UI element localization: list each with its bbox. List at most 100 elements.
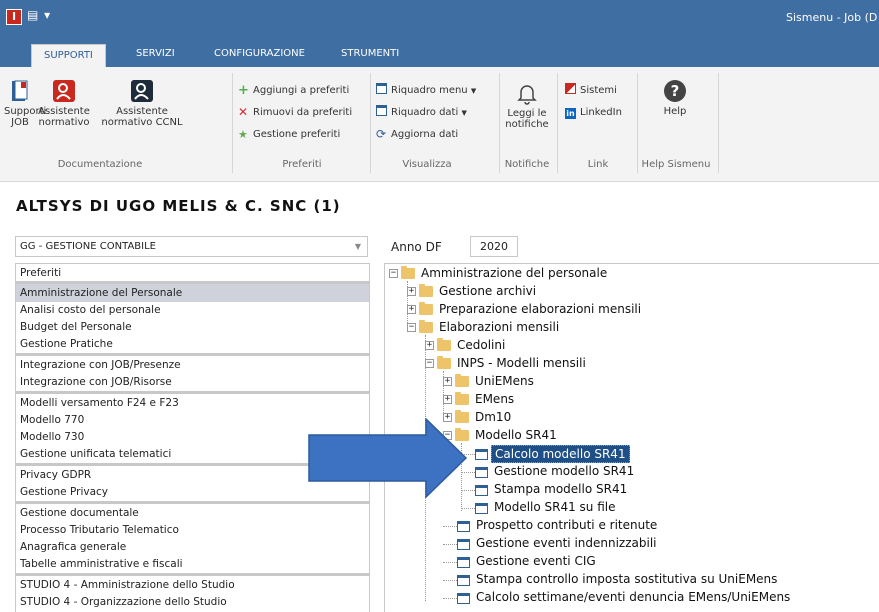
tree-connector xyxy=(443,562,457,563)
collapse-toggle[interactable]: − xyxy=(425,359,434,368)
riquadro-menu-button[interactable]: Riquadro menu ▼ xyxy=(376,83,476,99)
gestione-preferiti-label: Gestione preferiti xyxy=(253,129,341,140)
tree-node-gestione-sr41[interactable]: Gestione modello SR41 xyxy=(494,463,634,479)
tree-node-stampa-sr41[interactable]: Stampa modello SR41 xyxy=(494,481,627,497)
tree-node-elaborazioni-mensili[interactable]: Elaborazioni mensili xyxy=(439,319,559,335)
list-item[interactable]: Integrazione con JOB/Presenze xyxy=(16,356,369,374)
document-icon xyxy=(457,575,470,586)
list-item[interactable]: Amministrazione del Personale xyxy=(16,284,369,302)
document-icon xyxy=(475,467,488,478)
tree-node-gestione-archivi[interactable]: Gestione archivi xyxy=(439,283,536,299)
assistente-ccnl-line1: Assistente xyxy=(116,106,168,117)
tree-node-modello-sr41[interactable]: Modello SR41 xyxy=(475,427,557,443)
window-title: Sismenu - Job (D xyxy=(786,11,878,24)
assistente-normativo-line1: Assistente xyxy=(38,106,90,117)
group-label-link: Link xyxy=(587,159,609,170)
list-item[interactable]: Processo Tributario Telematico xyxy=(16,521,369,539)
expand-toggle[interactable]: + xyxy=(407,287,416,296)
assistente-normativo-button[interactable]: Assistente normativo xyxy=(38,79,90,128)
document-icon xyxy=(475,449,488,460)
group-divider xyxy=(370,73,371,173)
group-divider xyxy=(637,73,638,173)
group-divider xyxy=(557,73,558,173)
star-icon: ★ xyxy=(238,128,248,141)
document-icon xyxy=(475,503,488,514)
supporti-job-button[interactable]: Supporti JOB xyxy=(4,79,46,128)
aggiorna-dati-button[interactable]: ⟳ Aggiorna dati xyxy=(376,127,458,143)
list-item[interactable]: Modelli versamento F24 e F23 xyxy=(16,394,369,412)
sistemi-icon xyxy=(565,83,576,94)
list-item[interactable]: Budget del Personale xyxy=(16,318,369,336)
expand-toggle[interactable]: + xyxy=(407,305,416,314)
list-item[interactable]: Gestione documentale xyxy=(16,504,369,522)
list-item[interactable]: Gestione Pratiche xyxy=(16,335,369,353)
group-label-visualizza: Visualizza xyxy=(402,159,452,170)
tree-node-eventi-cig[interactable]: Gestione eventi CIG xyxy=(476,553,596,569)
folder-icon xyxy=(455,392,469,405)
collapse-toggle[interactable]: − xyxy=(389,269,398,278)
tree-node-calcolo-settimane[interactable]: Calcolo settimane/eventi denuncia EMens/… xyxy=(476,589,790,605)
module-select-value: GG - GESTIONE CONTABILE xyxy=(20,241,156,252)
tree-node-inps[interactable]: INPS - Modelli mensili xyxy=(457,355,586,371)
list-item[interactable]: STUDIO 4 - Organizzazione dello Studio xyxy=(16,593,369,611)
rimuovi-preferiti-button[interactable]: ✕ Rimuovi da preferiti xyxy=(238,105,352,121)
tree-node-prospetto[interactable]: Prospetto contributi e ritenute xyxy=(476,517,657,533)
folder-icon xyxy=(419,302,433,315)
assistente-ccnl-line2: normativo CCNL xyxy=(101,117,183,128)
group-divider xyxy=(499,73,500,173)
riquadro-dati-button[interactable]: Riquadro dati ▼ xyxy=(376,105,467,121)
expand-toggle[interactable]: + xyxy=(425,341,434,350)
tree-node-amministrazione[interactable]: Amministrazione del personale xyxy=(421,265,607,281)
close-icon: ✕ xyxy=(238,105,249,119)
chevron-down-icon[interactable]: ▼ xyxy=(355,237,361,256)
folder-icon xyxy=(437,356,451,369)
anno-df-field[interactable]: 2020 xyxy=(470,236,518,257)
tree-node-cedolini[interactable]: Cedolini xyxy=(457,337,505,353)
folder-icon xyxy=(401,266,415,279)
refresh-icon: ⟳ xyxy=(376,127,387,141)
company-title: ALTSYS DI UGO MELIS & C. SNC (1) xyxy=(16,197,341,215)
quick-access-toolbar[interactable]: ▤ ▾ xyxy=(27,8,51,22)
tree-node-stampa-controllo[interactable]: Stampa controllo imposta sostitutiva su … xyxy=(476,571,777,587)
assistant-icon xyxy=(53,80,75,102)
tree-node-preparazione[interactable]: Preparazione elaborazioni mensili xyxy=(439,301,641,317)
leggi-notifiche-button[interactable]: Leggi le notifiche xyxy=(502,81,552,130)
expand-toggle[interactable]: + xyxy=(443,395,452,404)
tree-connector xyxy=(443,580,457,581)
tree-node-eventi-indennizzabili[interactable]: Gestione eventi indennizzabili xyxy=(476,535,657,551)
tree-node-uniemens[interactable]: UniEMens xyxy=(475,373,534,389)
tree-node-sr41-file[interactable]: Modello SR41 su file xyxy=(494,499,616,515)
group-label-documentazione: Documentazione xyxy=(57,159,143,170)
collapse-toggle[interactable]: − xyxy=(407,323,416,332)
tab-configurazione[interactable]: CONFIGURAZIONE xyxy=(214,48,305,59)
tree-node-calcolo-sr41[interactable]: Calcolo modello SR41 xyxy=(491,445,630,463)
sistemi-link[interactable]: Sistemi xyxy=(565,83,617,99)
module-select[interactable]: GG - GESTIONE CONTABILE ▼ xyxy=(15,236,368,257)
aggiungi-preferiti-button[interactable]: + Aggiungi a preferiti xyxy=(238,83,349,99)
list-item[interactable]: STUDIO 4 - Amministrazione dello Studio xyxy=(16,576,369,594)
list-item[interactable]: Analisi costo del personale xyxy=(16,301,369,319)
list-item[interactable]: Tabelle amministrative e fiscali xyxy=(16,555,369,573)
folder-icon xyxy=(419,320,433,333)
list-item[interactable]: Anagrafica generale xyxy=(16,538,369,556)
app-icon[interactable]: I xyxy=(6,9,22,25)
gestione-preferiti-button[interactable]: ★ Gestione preferiti xyxy=(238,127,340,143)
help-label: Help xyxy=(663,106,687,117)
tab-strumenti[interactable]: STRUMENTI xyxy=(341,48,399,59)
panel-icon xyxy=(376,83,387,94)
sistemi-label: Sistemi xyxy=(580,85,617,96)
list-item[interactable]: Preferiti xyxy=(16,264,369,282)
tab-supporti[interactable]: SUPPORTI xyxy=(31,44,106,67)
help-button[interactable]: ? Help xyxy=(655,79,695,117)
linkedin-link[interactable]: in LinkedIn xyxy=(565,105,622,121)
assistente-ccnl-button[interactable]: Assistente normativo CCNL xyxy=(92,79,192,128)
tree-node-dm10[interactable]: Dm10 xyxy=(475,409,511,425)
tree-connector xyxy=(443,598,457,599)
expand-toggle[interactable]: + xyxy=(443,377,452,386)
leggi-notifiche-line2: notifiche xyxy=(505,119,549,130)
tab-servizi[interactable]: SERVIZI xyxy=(136,48,175,59)
chevron-down-icon: ▼ xyxy=(461,109,467,117)
tree-node-emens[interactable]: EMens xyxy=(475,391,514,407)
group-divider xyxy=(718,73,719,173)
list-item[interactable]: Integrazione con JOB/Risorse xyxy=(16,373,369,391)
